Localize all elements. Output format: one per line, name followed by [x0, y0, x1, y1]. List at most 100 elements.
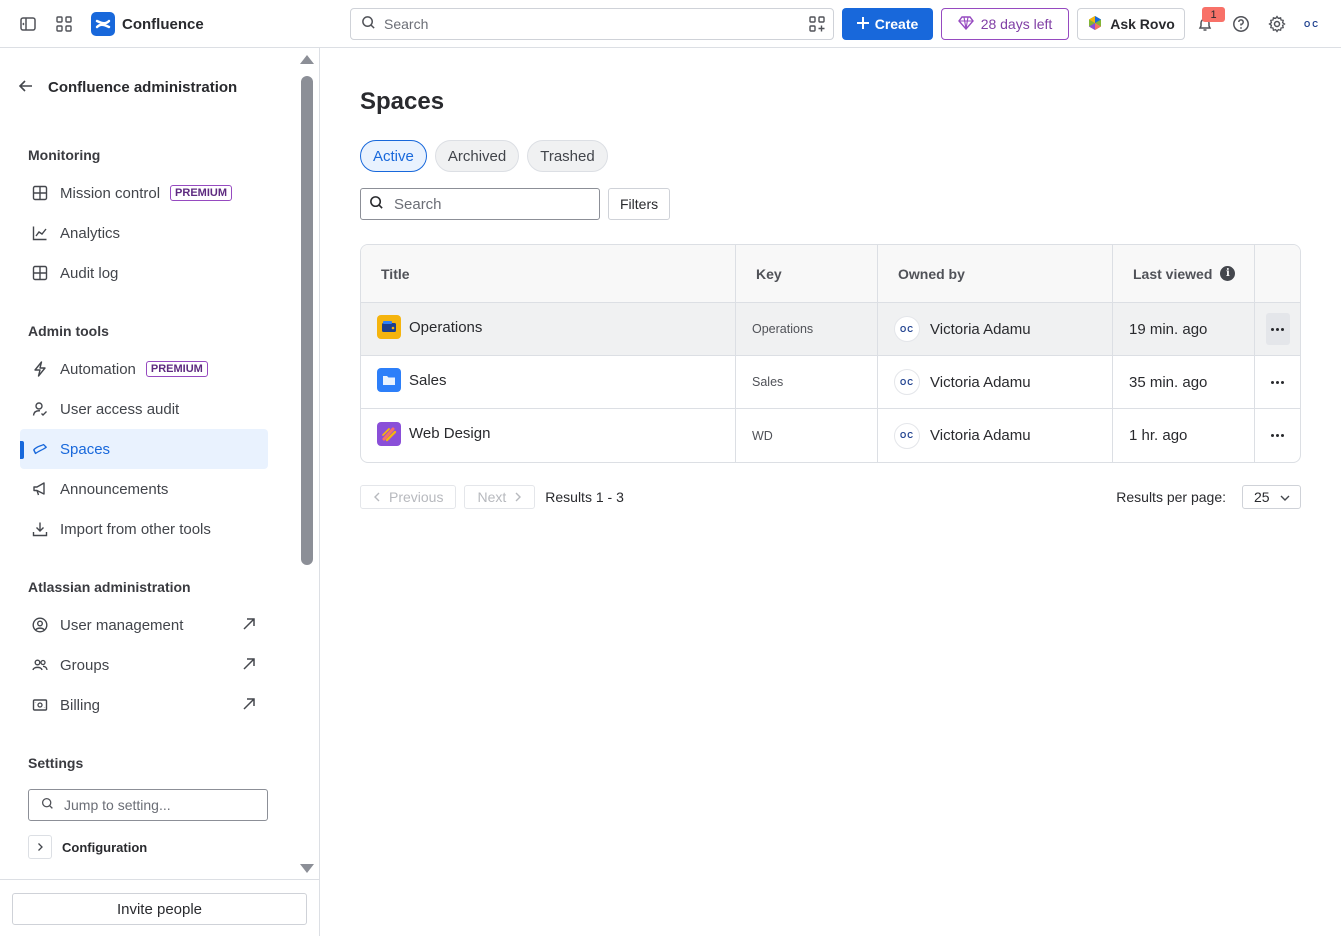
sidebar-item-label: Billing: [60, 696, 101, 714]
column-header-owned-by[interactable]: Owned by: [878, 245, 1113, 302]
scroll-up-arrow-icon[interactable]: [300, 55, 314, 64]
table-grid-icon: [32, 265, 48, 281]
row-actions-cell: [1255, 409, 1300, 462]
external-link-icon: [242, 657, 256, 675]
ask-rovo-button[interactable]: Ask Rovo: [1077, 8, 1185, 40]
row-actions-cell: [1255, 303, 1300, 355]
trial-button[interactable]: 28 days left: [941, 8, 1069, 40]
space-key: Operations: [736, 303, 878, 355]
spaces-icon: [32, 441, 48, 457]
space-title-cell[interactable]: Sales: [361, 356, 736, 408]
settings-gear-icon[interactable]: [1265, 12, 1289, 36]
table-row[interactable]: Sales Sales OC Victoria Adamu 35 min. ag…: [361, 356, 1300, 409]
column-header-label: Last viewed: [1133, 265, 1213, 282]
section-admin-tools: Admin tools: [28, 323, 109, 339]
configuration-group[interactable]: Configuration: [28, 835, 147, 859]
more-actions-icon[interactable]: [1266, 366, 1290, 398]
confluence-logo[interactable]: Confluence: [91, 12, 204, 36]
space-title-cell[interactable]: Web Design: [361, 409, 736, 462]
jump-to-setting-field[interactable]: [28, 789, 268, 821]
space-title-cell[interactable]: Operations: [361, 303, 736, 355]
external-link-icon: [242, 617, 256, 635]
sidebar-item-label: Audit log: [60, 264, 119, 282]
column-header-key[interactable]: Key: [736, 245, 878, 302]
sidebar-item-label: Mission control: [60, 184, 161, 202]
tab-active[interactable]: Active: [360, 140, 427, 172]
owner-name: Victoria Adamu: [930, 320, 1031, 338]
sidebar-item-mission-control[interactable]: Mission control PREMIUM: [20, 173, 268, 213]
megaphone-icon: [32, 481, 48, 497]
chevron-right-icon[interactable]: [28, 835, 52, 859]
sidebar-scrollbar[interactable]: [299, 48, 316, 878]
spaces-search[interactable]: [360, 188, 600, 220]
invite-people-button[interactable]: Invite people: [12, 893, 307, 925]
sidebar-scroll-area: Confluence administration Monitoring Mis…: [0, 48, 296, 878]
spaces-search-input[interactable]: [394, 195, 584, 213]
chevron-right-icon: [514, 489, 522, 505]
admin-sidebar: Confluence administration Monitoring Mis…: [0, 48, 320, 936]
table-row[interactable]: Web Design WD OC Victoria Adamu 1 hr. ag…: [361, 409, 1300, 462]
global-search[interactable]: [350, 8, 834, 40]
section-settings: Settings: [28, 755, 84, 771]
space-title[interactable]: Sales: [409, 372, 447, 389]
sidebar-item-user-management[interactable]: User management: [20, 605, 268, 645]
sidebar-footer: Invite people: [0, 879, 319, 936]
app-switcher-icon[interactable]: [52, 12, 76, 36]
premium-badge: PREMIUM: [145, 361, 208, 377]
search-icon: [361, 15, 376, 33]
sidebar-item-user-access-audit[interactable]: User access audit: [20, 389, 268, 429]
filters-button[interactable]: Filters: [608, 188, 671, 220]
pagination: Previous Next Results 1 - 3: [360, 485, 624, 509]
space-title[interactable]: Operations: [409, 319, 482, 336]
info-icon[interactable]: i: [1220, 266, 1236, 281]
more-actions-icon[interactable]: [1265, 313, 1290, 345]
previous-page-button[interactable]: Previous: [360, 485, 457, 509]
sidebar-item-import[interactable]: Import from other tools: [20, 509, 268, 549]
global-search-input[interactable]: [384, 16, 784, 32]
create-button[interactable]: Create: [842, 8, 933, 40]
table-row[interactable]: Operations Operations OC Victoria Adamu …: [361, 303, 1300, 356]
scroll-down-arrow-icon[interactable]: [300, 864, 314, 873]
diamond-icon: [957, 15, 974, 33]
sidebar-item-billing[interactable]: Billing: [20, 685, 268, 725]
space-owner-cell: OC Victoria Adamu: [878, 409, 1113, 462]
jump-to-setting-input[interactable]: [64, 797, 244, 813]
top-navigation-bar: Confluence Create 28 days left Ask Rovo …: [0, 0, 1341, 48]
line-chart-icon: [32, 225, 48, 241]
next-page-button[interactable]: Next: [464, 485, 536, 509]
tab-archived[interactable]: Archived: [434, 140, 520, 172]
sidebar-toggle-icon[interactable]: [16, 12, 40, 36]
sidebar-item-groups[interactable]: Groups: [20, 645, 268, 685]
tab-trashed[interactable]: Trashed: [527, 140, 608, 172]
sidebar-item-automation[interactable]: Automation PREMIUM: [20, 349, 268, 389]
arrow-left-icon[interactable]: [18, 78, 34, 97]
chevron-down-icon: [1280, 489, 1290, 505]
column-header-title[interactable]: Title: [361, 245, 736, 302]
owner-name: Victoria Adamu: [930, 427, 1031, 444]
sidebar-item-announcements[interactable]: Announcements: [20, 469, 268, 509]
help-icon[interactable]: [1229, 12, 1253, 36]
sidebar-item-label: Groups: [60, 656, 110, 674]
sidebar-item-analytics[interactable]: Analytics: [20, 213, 268, 253]
scan-qr-icon[interactable]: [809, 16, 825, 35]
space-status-tabs: Active Archived Trashed: [360, 140, 608, 172]
billing-icon: [32, 697, 48, 713]
space-title[interactable]: Web Design: [409, 425, 490, 442]
results-per-page-select[interactable]: 25: [1242, 485, 1301, 509]
space-operations-icon: [377, 315, 401, 339]
row-actions-cell: [1255, 356, 1300, 408]
back-to-admin[interactable]: Confluence administration: [18, 78, 237, 97]
sidebar-item-label: Spaces: [60, 440, 111, 458]
results-count: Results 1 - 3: [545, 489, 624, 505]
person-check-icon: [32, 401, 48, 417]
more-actions-icon[interactable]: [1266, 420, 1290, 452]
column-header-last-viewed[interactable]: Last viewed i: [1113, 245, 1255, 302]
space-owner-cell: OC Victoria Adamu: [878, 303, 1113, 355]
sidebar-item-audit-log[interactable]: Audit log: [20, 253, 268, 293]
sidebar-item-spaces[interactable]: Spaces: [20, 429, 268, 469]
table-header: Title Key Owned by Last viewed i: [361, 245, 1300, 303]
results-per-page-label: Results per page:: [1116, 489, 1226, 505]
scrollbar-thumb[interactable]: [301, 76, 313, 565]
user-avatar[interactable]: OC: [1300, 13, 1324, 35]
create-label: Create: [874, 16, 919, 32]
